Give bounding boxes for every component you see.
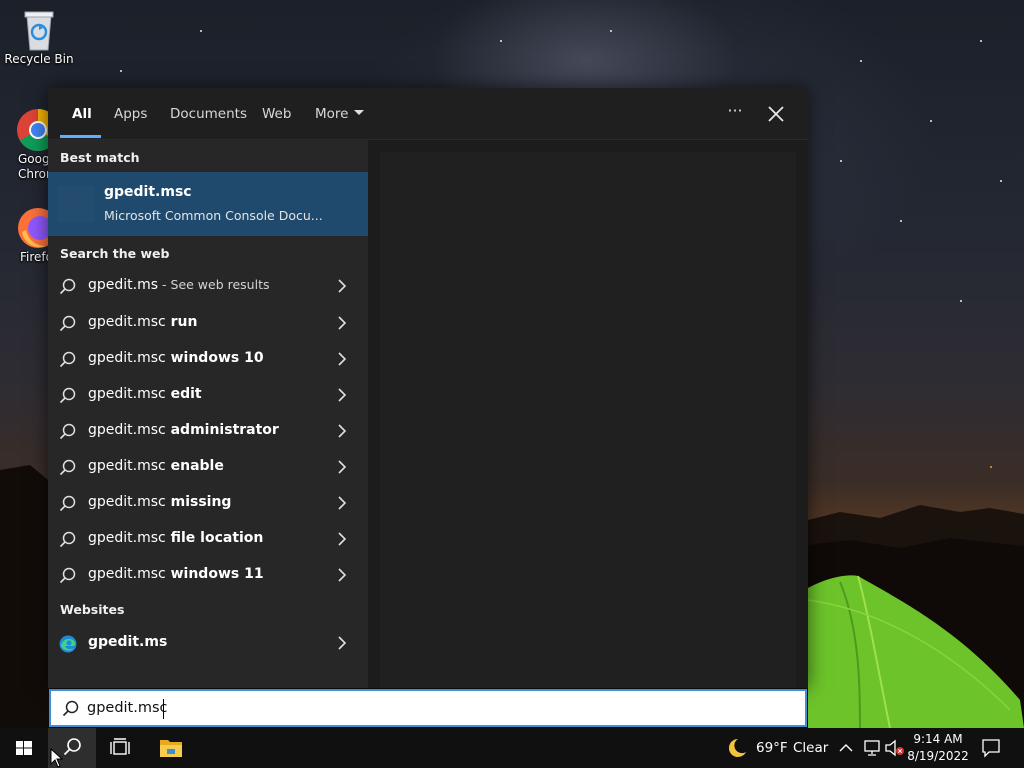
web-suggestion-text: gpedit.ms - See web results [88, 277, 270, 293]
moon-weather-icon[interactable] [724, 737, 748, 759]
file-explorer-button[interactable] [144, 728, 198, 768]
preview-column [368, 140, 808, 688]
search-icon [59, 423, 76, 440]
best-match-header: Best match [60, 150, 140, 165]
web-suggestion-text: gpedit.msc windows 11 [88, 566, 264, 582]
desktop-icon-label: Firefo [20, 250, 48, 264]
chevron-right-icon [338, 636, 347, 650]
results-list: Best match gpedit.msc Microsoft Common C… [48, 140, 368, 688]
tab-documents[interactable]: Documents [170, 105, 247, 127]
web-suggestion-text: gpedit.msc file location [88, 530, 264, 546]
console-document-icon [58, 186, 94, 222]
search-icon [59, 531, 76, 548]
clock-date[interactable]: 8/19/2022 [903, 749, 973, 763]
tab-web[interactable]: Web [262, 105, 291, 127]
chevron-right-icon [338, 460, 347, 474]
desktop-icon-firefox[interactable]: Firefo [0, 206, 48, 265]
search-panel: All Apps Documents Web More ··· Best mat… [48, 88, 808, 688]
tab-more-label: More [315, 106, 349, 122]
web-suggestion-text: gpedit.msc edit [88, 386, 202, 402]
web-suggestion-item[interactable]: gpedit.msc windows 11 [48, 557, 368, 593]
chevron-down-icon [354, 109, 365, 115]
taskbar: 69°F Clear 9:14 AM 8/19/2022 [0, 728, 1024, 768]
chevron-right-icon [338, 279, 347, 293]
preview-pane [380, 152, 796, 688]
chevron-right-icon [338, 568, 347, 582]
search-icon [59, 567, 76, 584]
chevron-right-icon [338, 388, 347, 402]
network-icon[interactable] [862, 739, 882, 757]
search-icon [59, 351, 76, 368]
notification-center-icon[interactable] [980, 738, 1002, 758]
best-match-title: gpedit.msc [104, 184, 192, 200]
task-view-button[interactable] [96, 728, 144, 768]
edge-icon [59, 635, 77, 653]
search-icon [59, 495, 76, 512]
web-suggestion-text: gpedit.msc administrator [88, 422, 279, 438]
search-icon [59, 278, 76, 295]
web-suggestion-item[interactable]: gpedit.msc edit [48, 377, 368, 413]
search-input[interactable] [87, 697, 787, 719]
chevron-right-icon [338, 496, 347, 510]
web-suggestion-text: gpedit.msc missing [88, 494, 232, 510]
desktop-icon-google-chrome[interactable]: Goog Chron [0, 108, 48, 182]
windows-logo-icon [16, 741, 32, 755]
search-icon [62, 700, 79, 717]
website-item[interactable]: gpedit.ms [48, 625, 368, 661]
chevron-right-icon [338, 532, 347, 546]
desktop-icon-label: Recycle Bin [4, 52, 74, 66]
more-options-button[interactable]: ··· [722, 100, 748, 126]
web-suggestion-text: gpedit.msc enable [88, 458, 224, 474]
web-suggestion-item[interactable]: gpedit.msc administrator [48, 413, 368, 449]
chevron-up-icon[interactable] [838, 741, 854, 755]
desktop-icon-label: Goog Chron [18, 152, 48, 181]
search-icon [59, 387, 76, 404]
best-match-subtitle: Microsoft Common Console Docu... [104, 208, 323, 223]
search-icon [59, 459, 76, 476]
chevron-right-icon [338, 424, 347, 438]
best-match-item[interactable]: gpedit.msc Microsoft Common Console Docu… [48, 172, 368, 236]
website-item-label: gpedit.ms [88, 634, 168, 650]
weather-condition[interactable]: Clear [793, 740, 828, 756]
recycle-bin-icon [24, 11, 54, 51]
clock-time[interactable]: 9:14 AM [903, 732, 973, 746]
search-panel-header: All Apps Documents Web More ··· [48, 88, 808, 140]
web-suggestion-item[interactable]: gpedit.msc file location [48, 521, 368, 557]
tab-apps[interactable]: Apps [114, 105, 147, 127]
mouse-cursor-icon [50, 748, 64, 768]
web-suggestion-item[interactable]: gpedit.msc windows 10 [48, 341, 368, 377]
chevron-right-icon [338, 352, 347, 366]
desktop-icon-recycle-bin[interactable]: Recycle Bin [1, 8, 77, 67]
weather-temperature[interactable]: 69°F [756, 740, 788, 756]
search-the-web-header: Search the web [60, 246, 170, 261]
web-suggestion-item[interactable]: gpedit.msc run [48, 305, 368, 341]
text-caret [163, 699, 164, 719]
tab-all[interactable]: All [72, 105, 92, 127]
start-button[interactable] [0, 728, 48, 768]
task-view-icon [110, 738, 130, 755]
search-icon [59, 315, 76, 332]
search-box[interactable] [49, 689, 807, 727]
web-suggestion-item[interactable]: gpedit.ms - See web results [48, 268, 368, 304]
chevron-right-icon [338, 316, 347, 330]
chrome-icon [17, 109, 48, 152]
active-tab-indicator [60, 135, 101, 138]
web-suggestion-text: gpedit.msc windows 10 [88, 350, 264, 366]
close-icon[interactable] [764, 102, 788, 126]
web-suggestion-text: gpedit.msc run [88, 314, 198, 330]
folder-icon [160, 740, 182, 757]
web-suggestion-item[interactable]: gpedit.msc enable [48, 449, 368, 485]
tab-more[interactable]: More [315, 105, 365, 127]
firefox-icon [18, 208, 48, 248]
web-suggestion-item[interactable]: gpedit.msc missing [48, 485, 368, 521]
websites-header: Websites [60, 602, 125, 617]
